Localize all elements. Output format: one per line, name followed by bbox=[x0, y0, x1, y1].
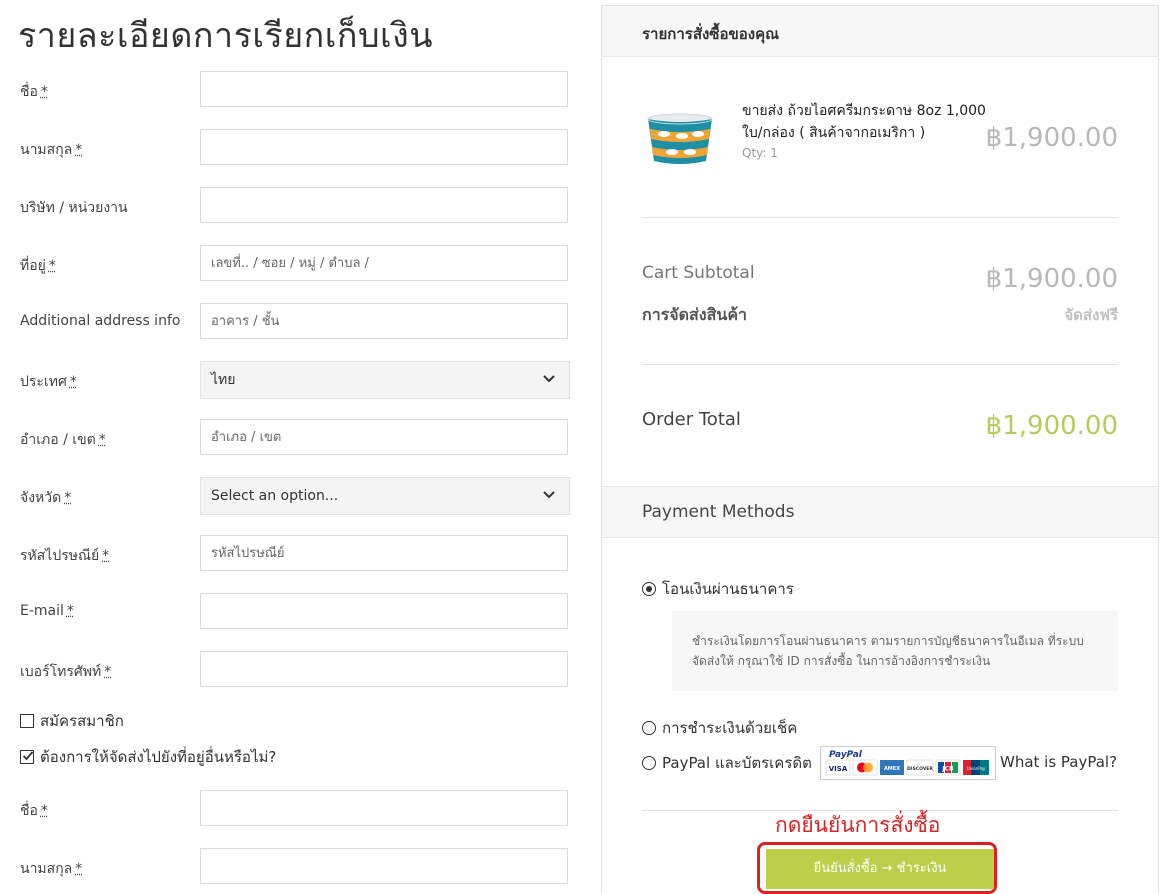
paypal-logo: PayPal bbox=[829, 750, 863, 760]
province-row: จังหวัด * Select an option... bbox=[0, 477, 585, 515]
register-checkbox-row[interactable]: สมัครสมาชิก bbox=[20, 710, 124, 732]
what-is-paypal-link[interactable]: What is PayPal? bbox=[1000, 753, 1117, 771]
bank-transfer-label: โอนเงินผ่านธนาคาร bbox=[662, 580, 794, 598]
discover-logo: DISCOVER bbox=[907, 766, 933, 772]
shipping-value: จัดส่งฟรี bbox=[1064, 306, 1118, 324]
unionpay-logo: UnionPay bbox=[967, 766, 986, 771]
register-checkbox[interactable] bbox=[20, 714, 34, 728]
shipping-last-name-label: นามสกุล * bbox=[20, 861, 83, 877]
paypal-radio[interactable] bbox=[642, 756, 656, 770]
phone-label: เบอร์โทรศัพท์ * bbox=[20, 664, 112, 680]
product-qty: Qty: 1 bbox=[742, 146, 778, 160]
district-row: อำเภอ / เขต * bbox=[0, 419, 585, 457]
address2-label: Additional address info bbox=[20, 313, 181, 329]
email-label: E-mail * bbox=[20, 603, 74, 619]
first-name-input[interactable] bbox=[200, 71, 568, 107]
page-title: รายละเอียดการเรียกเก็บเงิน bbox=[18, 16, 433, 56]
shipping-label: การจัดส่งสินค้า bbox=[642, 305, 747, 324]
first-name-row: ชื่อ * bbox=[0, 71, 585, 109]
last-name-label: นามสกุล * bbox=[20, 142, 83, 158]
district-input[interactable] bbox=[200, 419, 568, 455]
address2-input[interactable] bbox=[200, 303, 568, 339]
country-label: ประเทศ * bbox=[20, 374, 77, 390]
postcode-row: รหัสไปรษณีย์ * bbox=[0, 535, 585, 573]
payment-option-cheque[interactable]: การชำระเงินด้วยเช็ค bbox=[642, 717, 797, 739]
payment-option-paypal[interactable]: PayPal และบัตรเครดิต bbox=[642, 752, 812, 774]
shipping-first-name-label: ชื่อ * bbox=[20, 803, 48, 819]
shipping-first-name-row: ชื่อ * bbox=[0, 790, 585, 828]
postcode-label: รหัสไปรษณีย์ * bbox=[20, 548, 110, 564]
bank-transfer-description: ชำระเงินโดยการโอนผ่านธนาคาร ตามรายการบัญ… bbox=[672, 611, 1118, 691]
country-value: ไทย bbox=[211, 372, 236, 388]
address2-row: Additional address info bbox=[0, 303, 585, 341]
email-input[interactable] bbox=[200, 593, 568, 629]
ship-elsewhere-checkbox[interactable] bbox=[20, 750, 34, 764]
subtotal-value: ฿1,900.00 bbox=[985, 264, 1118, 294]
payment-methods-header: Payment Methods bbox=[602, 486, 1158, 538]
address-input[interactable] bbox=[200, 245, 568, 281]
visa-logo: VISA bbox=[829, 765, 848, 773]
divider bbox=[642, 217, 1118, 218]
product-price: ฿1,900.00 bbox=[985, 123, 1118, 153]
last-name-input[interactable] bbox=[200, 129, 568, 165]
company-label: บริษัท / หน่วยงาน bbox=[20, 200, 128, 216]
divider bbox=[642, 364, 1118, 365]
place-order-button[interactable]: ยืนยันสั่งซื้อ → ชำระเงิน bbox=[766, 849, 994, 889]
order-total-label: Order Total bbox=[642, 409, 741, 430]
ship-elsewhere-checkbox-row[interactable]: ต้องการให้จัดส่งไปยังที่อยู่อื่นหรือไม่? bbox=[20, 746, 276, 768]
order-summary-header: รายการสั่งซื้อของคุณ bbox=[602, 6, 1158, 57]
chevron-down-icon bbox=[543, 375, 555, 383]
chevron-down-icon bbox=[543, 491, 555, 499]
product-image bbox=[647, 113, 713, 164]
bank-transfer-radio[interactable] bbox=[642, 582, 656, 596]
province-value: Select an option... bbox=[211, 488, 339, 504]
last-name-row: นามสกุล * bbox=[0, 129, 585, 167]
address-label: ที่อยู่ * bbox=[20, 258, 56, 274]
payment-methods-title: Payment Methods bbox=[642, 502, 795, 522]
province-select[interactable]: Select an option... bbox=[200, 477, 570, 515]
product-name: ขายส่ง ถ้วยไอศครีมกระดาษ 8oz 1,000 ใบ/กล… bbox=[742, 103, 986, 141]
shipping-last-name-input[interactable] bbox=[200, 848, 568, 884]
billing-form: รายละเอียดการเรียกเก็บเงิน ชื่อ * นามสกุล… bbox=[0, 0, 585, 893]
phone-input[interactable] bbox=[200, 651, 568, 687]
cheque-radio[interactable] bbox=[642, 721, 656, 735]
checkmark-icon bbox=[22, 751, 34, 761]
subtotal-label: Cart Subtotal bbox=[642, 263, 755, 283]
order-summary: รายการสั่งซื้อของคุณ ขายส่ง ถ้วยไอศครีมก… bbox=[601, 5, 1159, 894]
register-label: สมัครสมาชิก bbox=[40, 712, 124, 730]
district-label: อำเภอ / เขต * bbox=[20, 432, 106, 448]
order-total-value: ฿1,900.00 bbox=[985, 411, 1118, 441]
first-name-label: ชื่อ * bbox=[20, 84, 48, 100]
postcode-input[interactable] bbox=[200, 535, 568, 571]
shipping-last-name-row: นามสกุล * bbox=[0, 848, 585, 886]
order-summary-title: รายการสั่งซื้อของคุณ bbox=[642, 25, 780, 43]
payment-option-bank[interactable]: โอนเงินผ่านธนาคาร bbox=[642, 578, 794, 600]
confirm-order-annotation: กดยืนยันการสั่งซื้อ bbox=[775, 813, 941, 837]
ship-elsewhere-label: ต้องการให้จัดส่งไปยังที่อยู่อื่นหรือไม่? bbox=[40, 748, 277, 766]
country-select[interactable]: ไทย bbox=[200, 361, 570, 399]
phone-row: เบอร์โทรศัพท์ * bbox=[0, 651, 585, 689]
card-logos-image: PayPal VISA AMEX DISCOVER JCB UnionPay bbox=[825, 750, 989, 776]
address-row: ที่อยู่ * bbox=[0, 245, 585, 283]
jcb-logo: JCB bbox=[941, 766, 954, 773]
email-row: E-mail * bbox=[0, 593, 585, 631]
company-row: บริษัท / หน่วยงาน bbox=[0, 187, 585, 225]
cheque-label: การชำระเงินด้วยเช็ค bbox=[662, 719, 798, 737]
province-label: จังหวัด * bbox=[20, 490, 72, 506]
shipping-first-name-input[interactable] bbox=[200, 790, 568, 826]
paypal-label: PayPal และบัตรเครดิต bbox=[662, 754, 812, 772]
amex-logo: AMEX bbox=[884, 766, 900, 772]
paypal-card-logos: PayPal VISA AMEX DISCOVER JCB UnionPay bbox=[820, 746, 996, 780]
company-input[interactable] bbox=[200, 187, 568, 223]
country-row: ประเทศ * ไทย bbox=[0, 361, 585, 399]
